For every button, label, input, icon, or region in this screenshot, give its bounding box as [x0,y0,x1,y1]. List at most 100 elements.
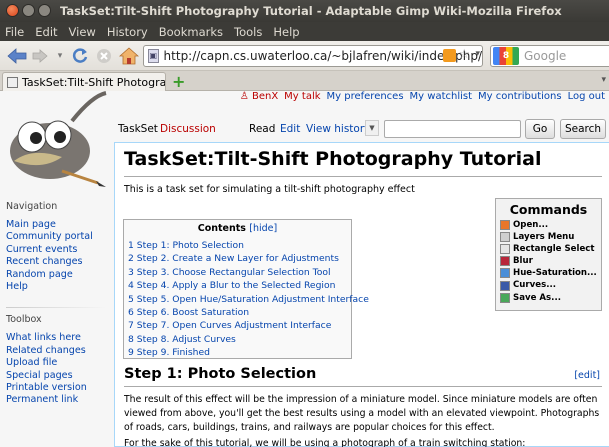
new-tab-button[interactable]: + [172,72,185,91]
menu-bookmarks[interactable]: Bookmarks [159,25,223,39]
go-button[interactable]: Go [525,119,555,139]
page-tabs: TaskSet Discussion Read Edit View histor… [115,118,609,142]
section-edit-link[interactable]: [edit] [574,370,600,381]
more-actions-dropdown-icon[interactable]: ▼ [365,120,379,136]
table-of-contents: Contents [hide] 1 Step 1: Photo Selectio… [123,219,369,360]
wiki-search-input[interactable] [384,120,521,138]
sidebar-item-what-links-here[interactable]: What links here [6,332,112,344]
toc-list: 1 Step 1: Photo Selection 2 Step 2. Crea… [128,239,369,360]
back-button[interactable] [6,46,28,66]
sidebar-item-related-changes[interactable]: Related changes [6,345,112,357]
tab-view-history[interactable]: View history [306,123,370,135]
command-curves[interactable]: Curves... [500,279,597,291]
menu-history[interactable]: History [107,25,148,39]
toc-item[interactable]: 3 Step 3. Choose Rectangular Selection T… [128,266,347,279]
browser-tab[interactable]: TaskSet:Tilt-Shift Photograph... [2,72,166,91]
step1-paragraph-2: For the sake of this tutorial, we will b… [124,438,526,447]
home-button[interactable] [118,46,140,66]
toc-title: Contents [hide] [197,223,278,234]
article-content: TaskSet:Tilt-Shift Photography Tutorial … [114,142,609,447]
gimp-wiki-logo[interactable] [2,91,110,191]
command-open[interactable]: Open... [500,219,597,231]
tab-edit[interactable]: Edit [280,123,300,135]
my-watchlist-link[interactable]: My watchlist [410,91,472,102]
tab-list-dropdown-icon[interactable]: ▾ [601,75,606,85]
sidebar-item-current-events[interactable]: Current events [6,244,112,256]
sidebar-item-community-portal[interactable]: Community portal [6,231,112,243]
command-hue-saturation[interactable]: Hue-Saturation... [500,267,597,279]
home-icon [119,47,139,65]
intro-text: This is a task set for simulating a tilt… [124,184,415,195]
toc-item[interactable]: 2 Step 2. Create a New Layer for Adjustm… [128,252,347,265]
sidebar-item-printable-version[interactable]: Printable version [6,382,112,394]
toc-item[interactable]: 6 Step 6. Boost Saturation [128,306,347,319]
toc-item[interactable]: 1 Step 1: Photo Selection [128,239,347,252]
navigation-toolbar: ▾ ▣ http://capn.cs.uwaterloo.ca/~bjlafre… [0,41,609,71]
toc-item[interactable]: 8 Step 8. Adjust Curves [128,333,347,346]
sidebar-item-permanent-link[interactable]: Permanent link [6,394,112,406]
sidebar-item-main-page[interactable]: Main page [6,219,112,231]
user-link[interactable]: ♙ BenX [240,91,278,102]
toc-item[interactable]: 9 Step 9. Finished [128,346,347,359]
section-divider [124,386,602,387]
menu-edit[interactable]: Edit [35,25,57,39]
search-placeholder[interactable]: Google [524,49,566,63]
tab-discussion[interactable]: Discussion [160,123,216,135]
toolbox-list: What links here Related changes Upload f… [6,332,112,406]
open-icon [500,220,510,231]
tab-taskset[interactable]: TaskSet [118,123,158,135]
menu-file[interactable]: File [5,25,24,39]
toc-hide-link[interactable]: [hide] [249,223,277,234]
toc-item[interactable]: 7 Step 7. Open Curves Adjustment Interfa… [128,319,347,332]
back-arrow-icon [7,48,27,64]
menu-view[interactable]: View [69,25,96,39]
tab-read[interactable]: Read [249,123,275,135]
sidebar-item-random-page[interactable]: Random page [6,269,112,281]
stop-button[interactable] [94,46,114,66]
url-dropdown-icon[interactable]: ▾ [475,49,480,59]
sidebar-item-help[interactable]: Help [6,281,112,293]
bookmark-star-icon[interactable]: ☆ [458,47,470,62]
commands-title: Commands [509,202,588,217]
window-controls [6,4,51,17]
command-blur[interactable]: Blur [500,255,597,267]
save-as-icon [500,292,510,303]
reload-button[interactable] [70,46,90,66]
rss-feed-icon[interactable] [443,49,456,62]
site-favicon-icon: ▣ [148,49,159,63]
sidebar-item-recent-changes[interactable]: Recent changes [6,256,112,268]
section-heading-step1: Step 1: Photo Selection [124,366,317,382]
command-rectangle-select[interactable]: Rectangle Select [500,243,597,255]
search-button[interactable]: Search [560,119,606,139]
my-contributions-link[interactable]: My contributions [478,91,562,102]
command-save-as[interactable]: Save As... [500,292,597,304]
search-engine-icon[interactable]: 8 [493,47,519,65]
close-window-button[interactable] [6,4,19,17]
menu-help[interactable]: Help [273,25,299,39]
toc-item[interactable]: 5 Step 5. Open Hue/Saturation Adjustment… [128,293,369,306]
forward-button[interactable] [30,46,50,66]
personal-tools: ♙ BenX My talk My preferences My watchli… [240,91,605,102]
history-dropdown-icon[interactable]: ▾ [54,46,66,66]
my-preferences-link[interactable]: My preferences [327,91,404,102]
step1-paragraph: The result of this effect will be the im… [124,394,600,433]
browser-search-box[interactable]: 8 Google [490,45,609,67]
minimize-window-button[interactable] [22,4,35,17]
title-divider [124,176,602,177]
menu-bar: File Edit View History Bookmarks Tools H… [0,22,609,41]
sidebar-item-special-pages[interactable]: Special pages [6,370,112,382]
url-bar[interactable]: ▣ http://capn.cs.uwaterloo.ca/~bjlafren/… [143,45,483,67]
navigation-list: Main page Community portal Current event… [6,219,112,293]
log-out-link[interactable]: Log out [568,91,605,102]
menu-tools[interactable]: Tools [234,25,262,39]
url-text[interactable]: http://capn.cs.uwaterloo.ca/~bjlafren/wi… [164,49,482,63]
commands-panel: Commands Open... Layers Menu Rectangle S… [495,198,602,311]
my-talk-link[interactable]: My talk [284,91,320,102]
maximize-window-button[interactable] [38,4,51,17]
command-layers-menu[interactable]: Layers Menu [500,231,597,243]
toc-item[interactable]: 4 Step 4. Apply a Blur to the Selected R… [128,279,347,292]
sidebar-item-upload-file[interactable]: Upload file [6,357,112,369]
window-title: TaskSet:Tilt-Shift Photography Tutorial … [60,4,562,18]
window-titlebar: TaskSet:Tilt-Shift Photography Tutorial … [0,0,609,22]
hue-saturation-icon [500,268,510,279]
